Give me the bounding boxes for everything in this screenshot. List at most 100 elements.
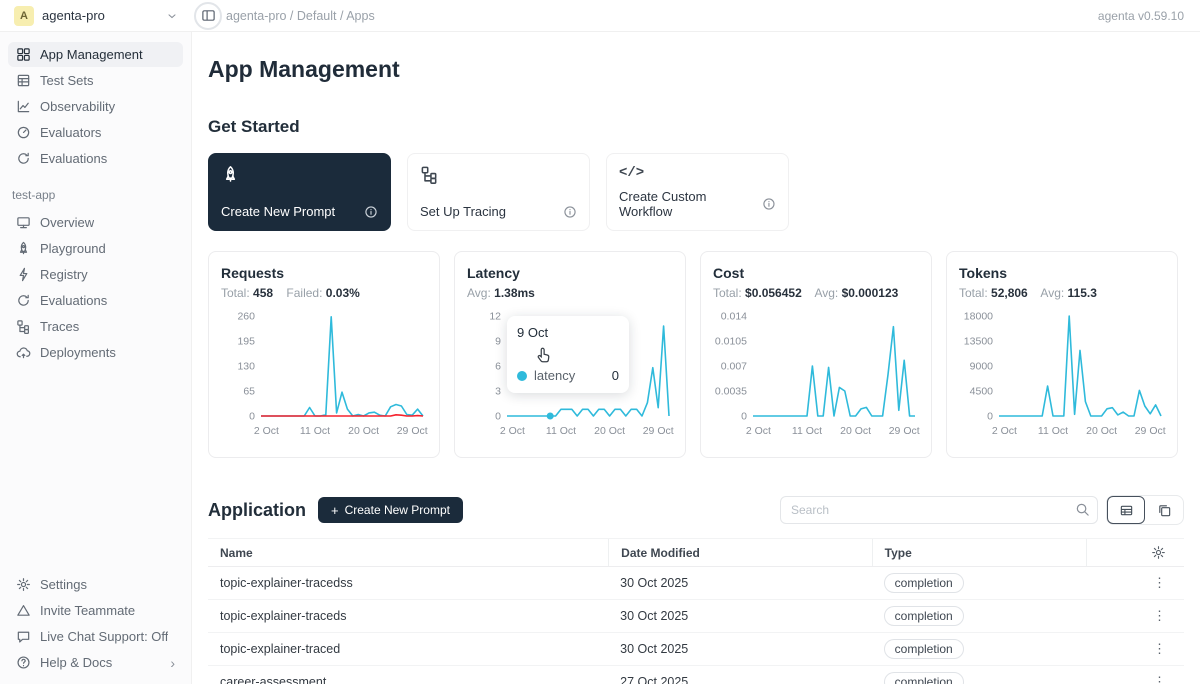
stat-value: 52,806 bbox=[991, 286, 1028, 300]
set-up-tracing-card[interactable]: Set Up Tracing bbox=[407, 153, 590, 231]
sidebar-item-label: Registry bbox=[40, 267, 88, 282]
sidebar-item-evaluations[interactable]: Evaluations bbox=[8, 288, 183, 313]
sidebar-item-label: Deployments bbox=[40, 345, 116, 360]
sidebar-item-label: Evaluations bbox=[40, 151, 107, 166]
workspace-name: agenta-pro bbox=[42, 8, 105, 23]
card-view-button[interactable] bbox=[1145, 496, 1183, 524]
create-new-prompt-button[interactable]: + Create New Prompt bbox=[318, 497, 463, 523]
breadcrumb[interactable]: agenta-pro / Default / Apps bbox=[226, 9, 375, 23]
sidebar-toggle-button[interactable] bbox=[194, 2, 222, 30]
metrics-row: RequestsTotal: 458 Failed: 0.03%06513019… bbox=[208, 251, 1184, 458]
sidebar-item-settings[interactable]: Settings bbox=[8, 572, 183, 597]
table-row[interactable]: topic-explainer-traceds30 Oct 2025comple… bbox=[208, 600, 1184, 633]
page-title: App Management bbox=[208, 56, 1184, 83]
sidebar-item-overview[interactable]: Overview bbox=[8, 210, 183, 235]
svg-text:130: 130 bbox=[237, 361, 255, 373]
svg-text:6: 6 bbox=[495, 361, 501, 373]
sidebar-item-live-chat-support-off[interactable]: Live Chat Support: Off bbox=[8, 624, 183, 649]
version-label: agenta v0.59.10 bbox=[1098, 9, 1200, 23]
svg-text:20 Oct: 20 Oct bbox=[840, 425, 871, 437]
sidebar-item-traces[interactable]: Traces bbox=[8, 314, 183, 339]
sidebar-item-label: Help & Docs bbox=[40, 655, 112, 670]
svg-text:20 Oct: 20 Oct bbox=[348, 425, 379, 437]
app-name-cell[interactable]: topic-explainer-tracedss bbox=[208, 576, 608, 590]
kebab-menu-icon[interactable]: ⋮ bbox=[1153, 641, 1166, 656]
column-header-date-modified[interactable]: Date Modified bbox=[608, 539, 872, 566]
date-modified-cell: 30 Oct 2025 bbox=[608, 642, 872, 656]
tooltip-value: 0 bbox=[612, 368, 619, 383]
app-name-cell[interactable]: career-assessment bbox=[208, 675, 608, 684]
search-input[interactable] bbox=[780, 496, 1098, 524]
sidebar-item-label: Settings bbox=[40, 577, 87, 592]
svg-text:0: 0 bbox=[495, 411, 501, 423]
sidebar-app-nav: Overview Playground Registry Evaluations Tra… bbox=[8, 210, 183, 366]
application-heading: Application bbox=[208, 500, 306, 521]
svg-text:29 Oct: 29 Oct bbox=[1135, 425, 1166, 437]
plus-icon: + bbox=[331, 504, 339, 517]
get-started-cards: Create New PromptSet Up Tracing</>Create… bbox=[208, 153, 1184, 231]
sidebar-item-evaluations[interactable]: Evaluations bbox=[8, 146, 183, 171]
chart-tokens[interactable]: 04500900013500180002 Oct11 Oct20 Oct29 O… bbox=[959, 304, 1167, 446]
sidebar-item-deployments[interactable]: Deployments bbox=[8, 340, 183, 365]
sidebar-item-registry[interactable]: Registry bbox=[8, 262, 183, 287]
app-name-cell[interactable]: topic-explainer-traced bbox=[208, 642, 608, 656]
code-icon: </> bbox=[619, 165, 776, 181]
workspace-switcher[interactable]: A agenta-pro bbox=[0, 6, 192, 26]
sidebar-footer-nav: Settings Invite Teammate Live Chat Support… bbox=[8, 572, 183, 676]
table-row[interactable]: career-assessment27 Oct 2025completion⋮ bbox=[208, 666, 1184, 684]
sidebar-item-label: Invite Teammate bbox=[40, 603, 135, 618]
sidebar-item-label: Playground bbox=[40, 241, 106, 256]
metric-title: Cost bbox=[713, 265, 919, 281]
card-view-icon bbox=[1157, 503, 1172, 518]
table-row[interactable]: topic-explainer-tracedss30 Oct 2025compl… bbox=[208, 567, 1184, 600]
metric-title: Latency bbox=[467, 265, 673, 281]
sidebar-item-app-management[interactable]: App Management bbox=[8, 42, 183, 67]
app-name-cell[interactable]: topic-explainer-traceds bbox=[208, 609, 608, 623]
sidebar-item-observability[interactable]: Observability bbox=[8, 94, 183, 119]
search-icon bbox=[1075, 502, 1090, 520]
chevron-down-icon[interactable] bbox=[166, 10, 178, 22]
table-row[interactable]: topic-explainer-traced30 Oct 2025complet… bbox=[208, 633, 1184, 666]
sidebar-item-playground[interactable]: Playground bbox=[8, 236, 183, 261]
create-custom-workflow-card[interactable]: </>Create Custom Workflow bbox=[606, 153, 789, 231]
column-header-name[interactable]: Name bbox=[208, 546, 608, 560]
sidebar-item-label: Traces bbox=[40, 319, 79, 334]
svg-text:0.014: 0.014 bbox=[721, 311, 747, 323]
column-header-type[interactable]: Type bbox=[872, 539, 1087, 566]
column-header-actions[interactable] bbox=[1086, 539, 1184, 566]
metric-title: Tokens bbox=[959, 265, 1165, 281]
kebab-menu-icon[interactable]: ⋮ bbox=[1153, 608, 1166, 623]
main-content: App Management Get Started Create New Pr… bbox=[192, 32, 1200, 684]
chart-cost[interactable]: 00.00350.0070.01050.0142 Oct11 Oct20 Oct… bbox=[713, 304, 921, 446]
svg-text:195: 195 bbox=[237, 336, 255, 348]
application-header: Application + Create New Prompt bbox=[208, 495, 1184, 525]
svg-text:2 Oct: 2 Oct bbox=[992, 425, 1017, 437]
chart-requests[interactable]: 0651301952602 Oct11 Oct20 Oct29 Oct bbox=[221, 304, 429, 446]
sidebar-item-invite-teammate[interactable]: Invite Teammate bbox=[8, 598, 183, 623]
kebab-menu-icon[interactable]: ⋮ bbox=[1153, 674, 1166, 684]
svg-text:2 Oct: 2 Oct bbox=[254, 425, 279, 437]
svg-text:18000: 18000 bbox=[964, 311, 993, 323]
sidebar-item-evaluators[interactable]: Evaluators bbox=[8, 120, 183, 145]
stat-label: Total: bbox=[221, 286, 250, 300]
table-body: topic-explainer-tracedss 30 Oct 2025 compl… bbox=[208, 567, 1184, 684]
create-new-prompt-card[interactable]: Create New Prompt bbox=[208, 153, 391, 231]
info-icon bbox=[762, 197, 776, 211]
help-icon bbox=[16, 655, 31, 670]
gauge-icon bbox=[16, 125, 31, 140]
table-view-button[interactable] bbox=[1107, 496, 1145, 524]
stat-value: $0.056452 bbox=[745, 286, 802, 300]
kebab-menu-icon[interactable]: ⋮ bbox=[1153, 575, 1166, 590]
stat-label: Failed: bbox=[286, 286, 322, 300]
cursor-pointer-icon bbox=[533, 344, 553, 364]
gear-icon bbox=[1151, 545, 1166, 560]
svg-text:20 Oct: 20 Oct bbox=[594, 425, 625, 437]
svg-text:12: 12 bbox=[489, 311, 501, 323]
sidebar-item-test-sets[interactable]: Test Sets bbox=[8, 68, 183, 93]
svg-text:11 Oct: 11 Oct bbox=[546, 425, 576, 437]
sidebar-item-help-docs[interactable]: Help & Docs› bbox=[8, 650, 183, 675]
svg-text:0: 0 bbox=[987, 411, 993, 423]
type-cell: completion bbox=[872, 672, 1087, 684]
sidebar-item-label: Observability bbox=[40, 99, 115, 114]
svg-text:0: 0 bbox=[249, 411, 255, 423]
